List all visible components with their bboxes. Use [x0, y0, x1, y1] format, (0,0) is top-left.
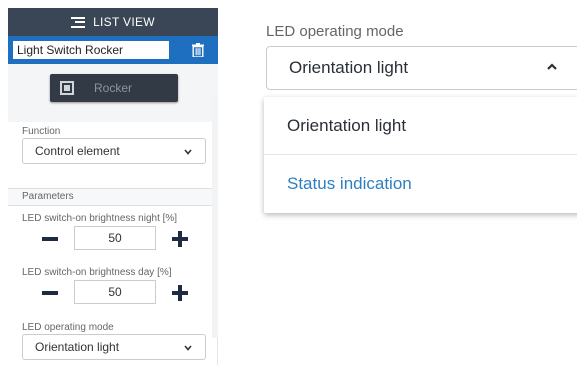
brightness-day-input[interactable]: 50 [74, 280, 156, 304]
zoom-selected-value: Orientation light [289, 58, 409, 77]
brightness-day-increment-button[interactable] [172, 285, 188, 301]
trash-icon [192, 43, 204, 57]
brightness-night-decrement-button[interactable] [42, 237, 58, 241]
rocker-switch-icon [60, 81, 74, 95]
device-name-bar [8, 36, 218, 64]
function-selected-value: Control element [35, 144, 120, 158]
zoom-led-mode-label: LED operating mode [266, 23, 404, 40]
brightness-night-increment-button[interactable] [172, 231, 188, 247]
zoom-led-mode-select[interactable]: Orientation light [266, 46, 577, 90]
brightness-night-input[interactable]: 50 [74, 226, 156, 250]
brightness-night-label: LED switch-on brightness night [%] [22, 213, 178, 224]
panel-scrollbar[interactable] [212, 98, 218, 338]
chevron-down-icon [184, 345, 192, 351]
option-status-indication[interactable]: Status indication [287, 174, 412, 194]
rocker-button[interactable]: Rocker [50, 74, 178, 102]
list-icon [71, 16, 86, 28]
list-view-header[interactable]: LIST VIEW [8, 8, 218, 36]
function-select[interactable]: Control element [22, 138, 206, 164]
led-mode-label: LED operating mode [22, 322, 114, 333]
chevron-up-icon [547, 63, 557, 70]
brightness-day-decrement-button[interactable] [42, 291, 58, 295]
function-label: Function [22, 126, 61, 137]
option-orientation-light[interactable]: Orientation light [287, 116, 406, 136]
menu-divider [264, 154, 577, 155]
rocker-label: Rocker [94, 81, 133, 95]
chevron-down-icon [184, 149, 192, 155]
led-mode-selected-value: Orientation light [35, 340, 120, 354]
device-name-input[interactable] [12, 40, 170, 60]
led-mode-select[interactable]: Orientation light [22, 334, 206, 360]
led-mode-dropdown-menu: Orientation light Status indication [264, 97, 577, 213]
list-view-panel: LIST VIEW Rocker Function Control elemen… [8, 8, 218, 365]
rocker-area: Rocker [8, 64, 218, 122]
delete-button[interactable] [189, 41, 207, 59]
parameters-section-header: Parameters [8, 188, 218, 206]
brightness-day-label: LED switch-on brightness day [%] [22, 267, 172, 278]
list-view-title: LIST VIEW [93, 15, 155, 29]
